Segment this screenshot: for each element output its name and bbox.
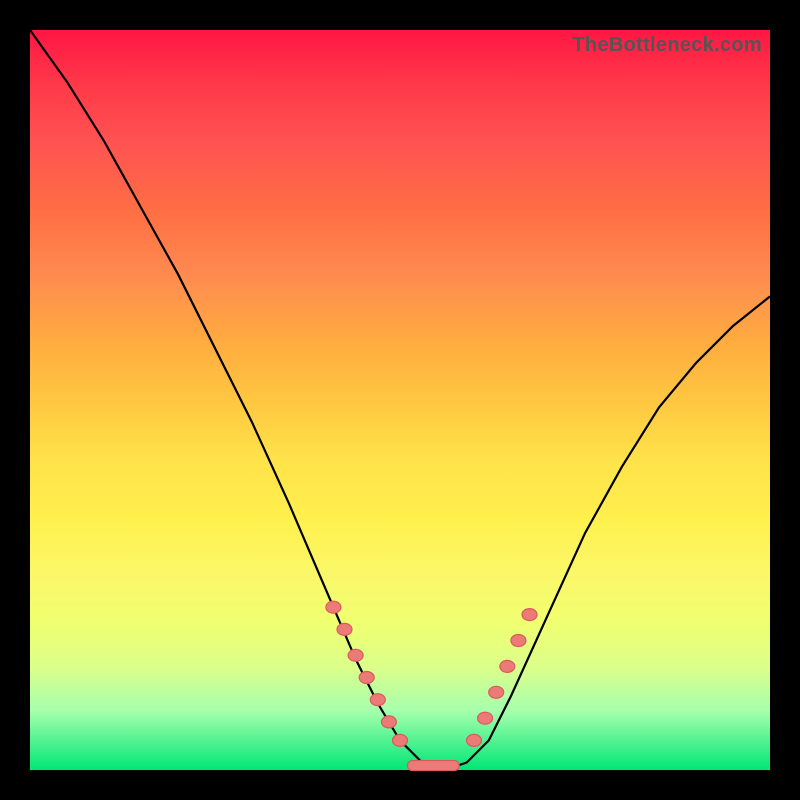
- marker-dot: [370, 694, 385, 706]
- marker-dot: [348, 649, 363, 661]
- marker-dot: [381, 716, 396, 728]
- marker-dot: [489, 686, 504, 698]
- marker-dot: [478, 712, 493, 724]
- marker-dot: [500, 660, 515, 672]
- marker-dot: [326, 601, 341, 613]
- flat-minimum-marker: [407, 761, 459, 771]
- markers-right-group: [467, 609, 538, 747]
- marker-dot: [467, 734, 482, 746]
- bottleneck-curve: [30, 30, 770, 770]
- marker-dot: [393, 734, 408, 746]
- chart-overlay: [30, 30, 770, 770]
- markers-left-group: [326, 601, 408, 746]
- marker-dot: [522, 609, 537, 621]
- marker-dot: [359, 672, 374, 684]
- marker-dot: [511, 635, 526, 647]
- marker-dot: [337, 623, 352, 635]
- plot-area: TheBottleneck.com: [30, 30, 770, 770]
- chart-frame: TheBottleneck.com: [0, 0, 800, 800]
